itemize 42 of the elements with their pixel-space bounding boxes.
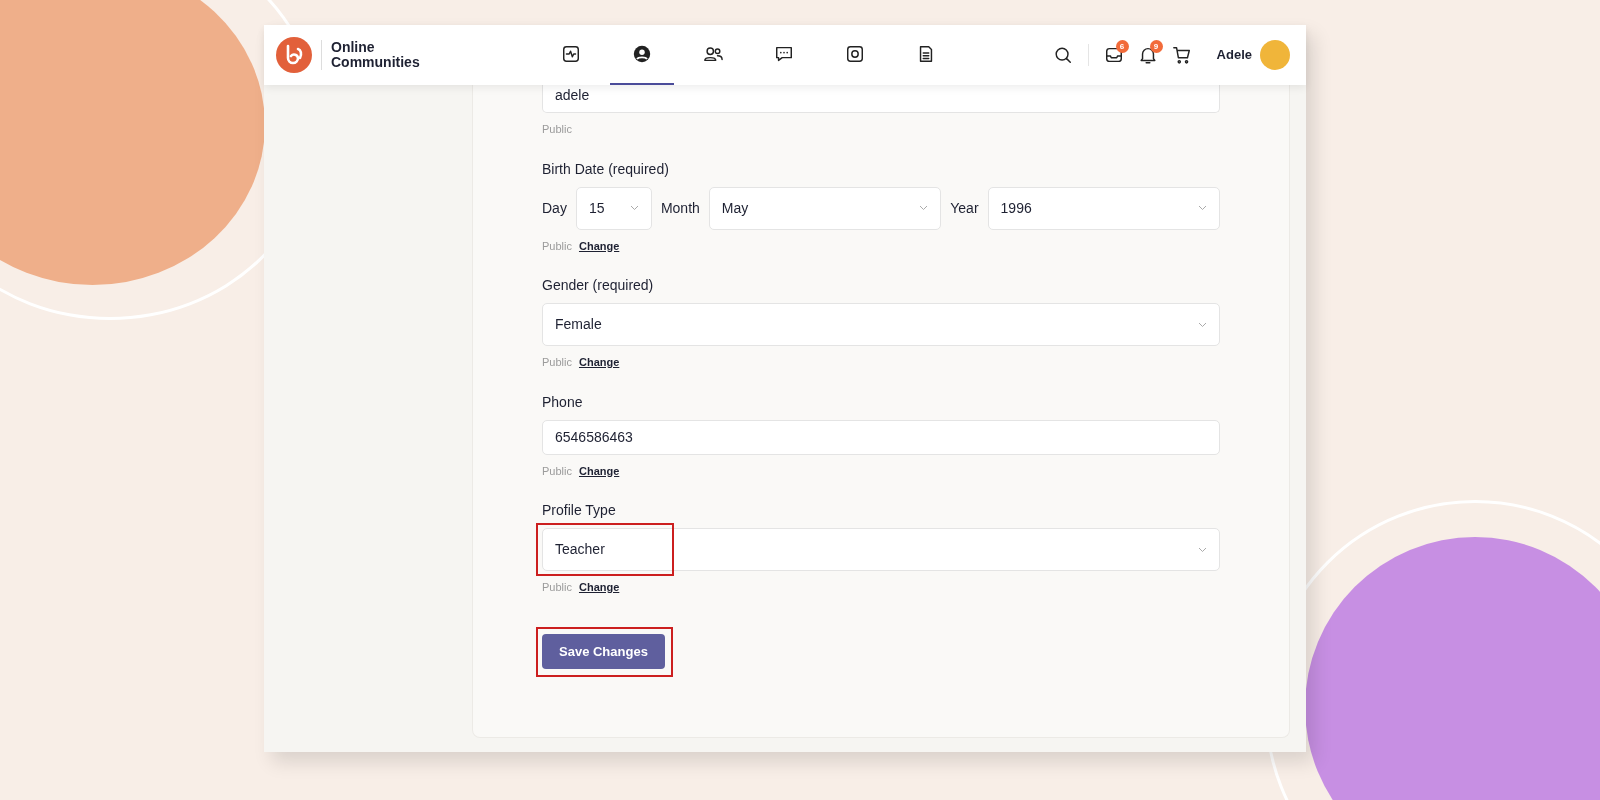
date-part-label: Month <box>660 198 700 218</box>
photo-icon <box>845 44 865 64</box>
save-button[interactable]: Save Changes <box>542 633 665 669</box>
select-field[interactable]: Teacher <box>542 528 1220 571</box>
brand-name: Online Communities <box>321 40 421 70</box>
chat-icon <box>774 44 794 64</box>
bell-icon[interactable] <box>1137 45 1158 65</box>
date-part-label: Year <box>950 198 979 218</box>
input-field[interactable]: adele <box>542 85 1220 113</box>
change-link[interactable]: Change <box>578 354 620 371</box>
cart-icon[interactable] <box>1171 45 1192 65</box>
visibility-label: Public <box>542 463 572 479</box>
people-icon <box>703 44 723 64</box>
field-label: Profile Type <box>542 501 617 520</box>
field-label: Birth Date (required) <box>542 159 670 179</box>
change-link[interactable]: Change <box>578 579 620 596</box>
field-label: Phone <box>542 392 584 412</box>
chevron-icon <box>919 205 929 211</box>
count-badge: 9 <box>1149 40 1163 53</box>
select-field[interactable]: May <box>708 186 942 230</box>
chevron-icon <box>629 205 639 211</box>
visibility-label: Public <box>542 355 572 370</box>
select-field[interactable]: 1996 <box>987 186 1220 230</box>
select-field[interactable]: Female <box>542 303 1220 346</box>
chevron-icon <box>1198 546 1207 553</box>
pulse-icon <box>561 44 581 64</box>
logo-icon <box>276 37 312 73</box>
field-label: Gender (required) <box>542 276 655 295</box>
visibility-label: Public <box>542 122 572 137</box>
count-badge: 6 <box>1115 40 1129 53</box>
profile-icon <box>632 44 652 64</box>
select-field[interactable]: 15 <box>575 186 652 230</box>
change-link[interactable]: Change <box>578 237 620 254</box>
user-name[interactable]: Adele <box>1216 45 1252 65</box>
input-field[interactable]: 6546586463 <box>542 419 1220 455</box>
inbox-icon[interactable] <box>1103 45 1124 65</box>
visibility-label: Public <box>542 580 572 595</box>
change-link[interactable]: Change <box>578 462 620 479</box>
date-part-label: Day <box>542 198 567 218</box>
visibility-label: Public <box>542 238 572 254</box>
chevron-icon <box>1198 321 1207 328</box>
chevron-icon <box>1198 205 1207 211</box>
